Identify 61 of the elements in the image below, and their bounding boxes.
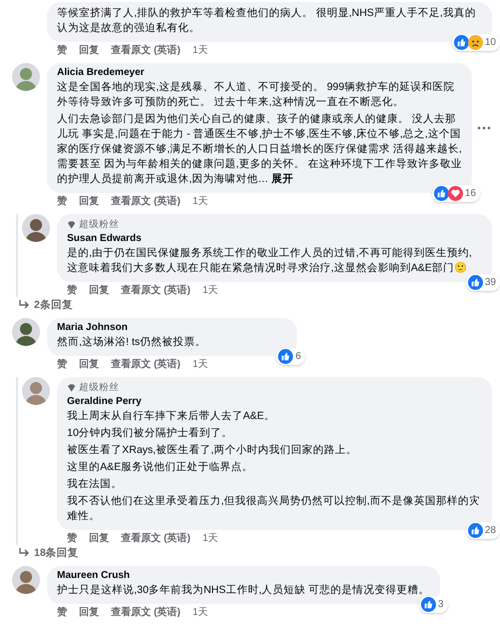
replies-link[interactable]: 18条回复 (10, 545, 492, 560)
comment-text: 人们去急诊部门是因为他们关心自己的健康、孩子的健康或亲人的健康。 没人去那儿玩 事实是,问题在于能力 - 普通医生不够,护士不够,医生不够,床位不够,总之,这个国家的医疗保健资源不够,满足不断增长的人口日益增长的医疗保健需求 活得越来越长,需要甚至 因为与年龄相关的健康问题,更多的关怀。 在这种环境下工作导致许多敬业的护理人员提前离开或退休,因为海啸对他… 展开 (57, 112, 462, 187)
avatar[interactable] (12, 566, 40, 594)
reaction-summary[interactable]: 3 (419, 596, 448, 613)
action-link[interactable]: 查看原文 (英语) (111, 44, 180, 57)
comment-text: 是的,由于仍在国民保健服务系统工作的敬业工作人员的过错,不再可能得到医生预约,这意味着我们大多数人现在只能在紧急情况时寻求治疗,这显然会影响到A&E部门🙂 (67, 246, 473, 276)
reply-arrow-icon (18, 548, 30, 558)
action-link[interactable]: 赞 (57, 606, 67, 619)
timestamp[interactable]: 1天 (192, 44, 208, 57)
author-name[interactable]: Geraldine Perry (67, 396, 482, 407)
reaction-summary[interactable]: 28 (466, 522, 500, 539)
action-link[interactable]: 查看原文 (英语) (111, 606, 180, 619)
timestamp[interactable]: 1天 (202, 284, 218, 297)
reaction-summary[interactable]: 39 (466, 274, 500, 291)
comment-text: 我在法国。 (67, 477, 123, 492)
action-link[interactable]: 回复 (79, 606, 99, 619)
author-name[interactable]: Susan Edwards (67, 233, 482, 244)
comment-text: 我不否认他们在这里承受着压力,但我很高兴局势仍然可以控制,而不是像英国那样的灾难性。 (67, 494, 481, 524)
author-name[interactable]: Alicia Bredemeyer (57, 67, 462, 78)
comment-text: 这是全国各地的现实,这是残暴、不人道、不可接受的。 999辆救护车的延误和医院外等待导致许多可预防的死亡。 过去十年来,这种情况一直在不断恶化。 (57, 80, 456, 110)
comment-text: 等候室挤满了人,排队的救护车等着检查他们的病人。 很明显,NHS严重人手不足,我真的认为这是故意的强迫私有化。 (57, 6, 477, 36)
action-link[interactable]: 赞 (67, 532, 77, 545)
expand-link[interactable]: 展开 (271, 173, 294, 185)
avatar[interactable] (12, 318, 40, 346)
avatar[interactable] (12, 63, 40, 91)
comment-text: 这里的A&E服务说他们正处于临界点。 (67, 460, 254, 475)
action-link[interactable]: 回复 (79, 358, 99, 371)
reaction-summary[interactable]: 10 (452, 34, 500, 51)
action-link[interactable]: 赞 (67, 284, 77, 297)
reaction-summary[interactable]: 6 (276, 348, 305, 365)
avatar[interactable] (22, 377, 50, 405)
author-name[interactable]: Maria Johnson (57, 322, 287, 333)
comment-text: 护士只是这样说,30多年前我为NHS工作时,人员短缺 可悲的是情况变得更糟。 (57, 583, 430, 598)
action-link[interactable]: 回复 (89, 532, 109, 545)
fan-label: 超级粉丝 (79, 381, 119, 394)
diamond-icon (67, 220, 76, 228)
action-link[interactable]: 查看原文 (英语) (111, 195, 180, 208)
comment-text: 我上周末从自行车摔下来后带人去了A&E。 (67, 409, 276, 424)
action-link[interactable]: 查看原文 (英语) (121, 284, 190, 297)
timestamp[interactable]: 1天 (192, 195, 208, 208)
timestamp[interactable]: 1天 (202, 532, 218, 545)
fan-label: 超级粉丝 (79, 218, 119, 231)
diamond-icon (67, 384, 76, 392)
reply-arrow-icon (18, 300, 30, 310)
timestamp[interactable]: 1天 (192, 606, 208, 619)
timestamp[interactable]: 1天 (192, 358, 208, 371)
action-link[interactable]: 回复 (79, 44, 99, 57)
action-link[interactable]: 赞 (57, 358, 67, 371)
comment-text: 被医生看了XRays,被医生看了,两个小时内我们回家的路上。 (67, 443, 358, 458)
action-link[interactable]: 查看原文 (英语) (111, 358, 180, 371)
author-name[interactable]: Maureen Crush (57, 570, 430, 581)
action-link[interactable]: 查看原文 (英语) (121, 532, 190, 545)
action-link[interactable]: 赞 (57, 44, 67, 57)
avatar[interactable] (22, 214, 50, 242)
replies-link[interactable]: 2条回复 (10, 297, 492, 312)
action-link[interactable]: 回复 (89, 284, 109, 297)
comment-text: 然而,这场淋浴! ts仍然被投票。 (57, 335, 207, 350)
comment-text: 10分钟内我们被分隔护士看到了。 (67, 426, 234, 441)
action-link[interactable]: 回复 (79, 195, 99, 208)
reaction-summary[interactable]: 16 (432, 185, 480, 202)
action-link[interactable]: 赞 (57, 195, 67, 208)
